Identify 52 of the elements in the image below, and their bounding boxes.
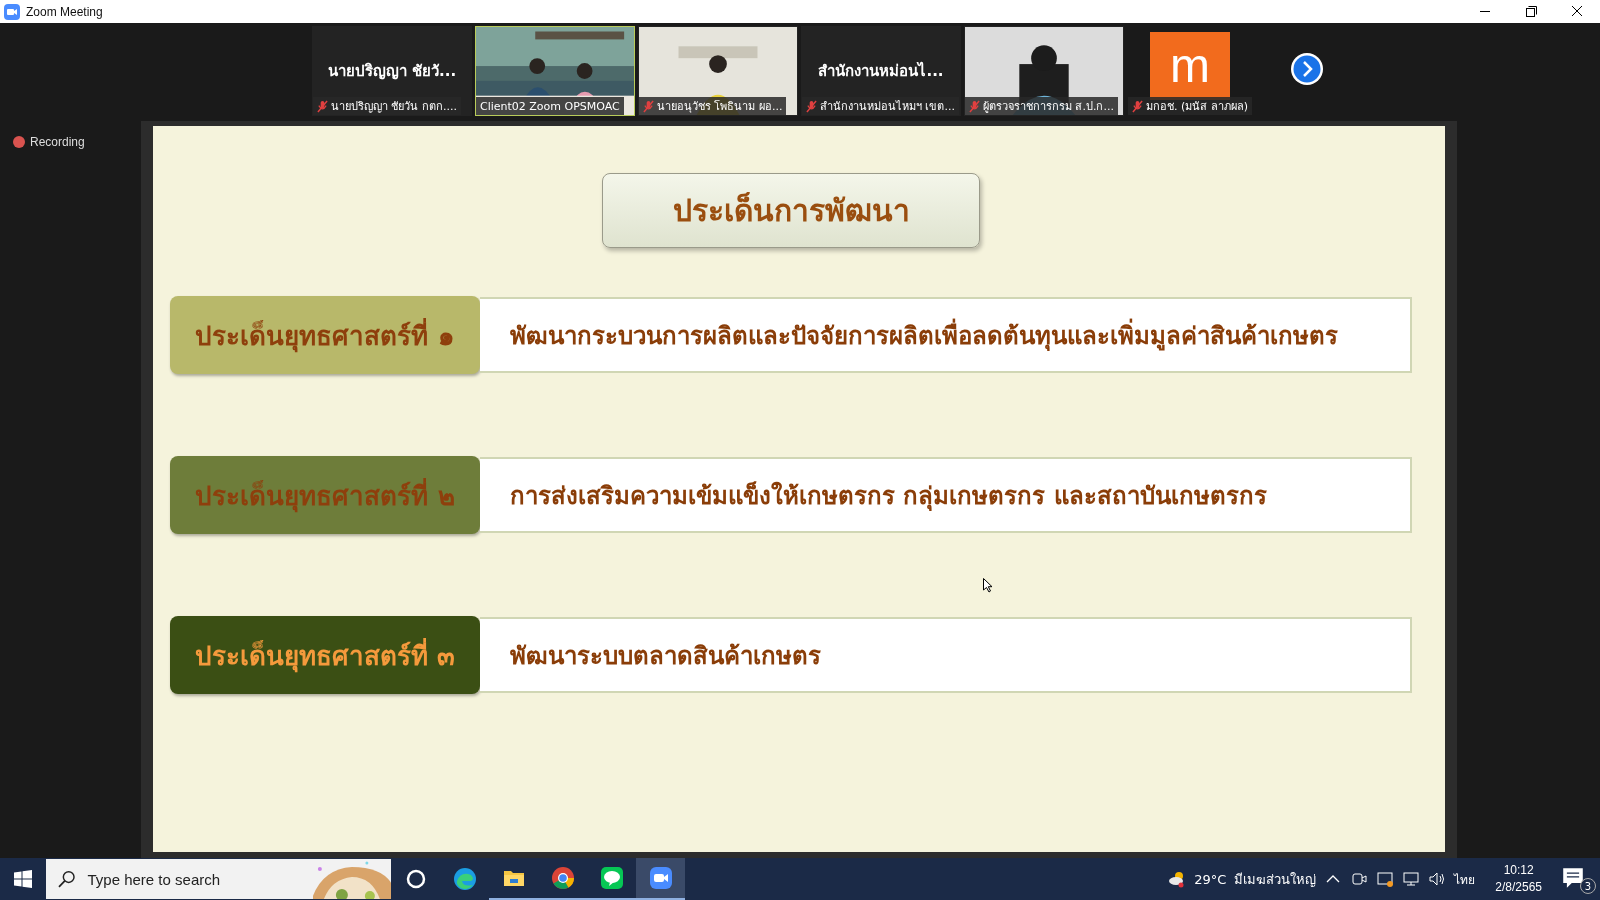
strategy-label: ประเด็นยุทธศาสตร์ที่ ๒ <box>170 456 480 534</box>
participant-caption: นายอนุวัชร โพธินาม ผอ... <box>657 99 783 115</box>
participant-tile[interactable]: สำนักงานหม่อนไ... สำนักงานหม่อนไหมฯ เขต... <box>801 26 961 116</box>
muted-mic-icon <box>317 99 328 113</box>
window-title: Zoom Meeting <box>26 4 103 19</box>
edge-icon <box>452 867 477 891</box>
clock-time: 10:12 <box>1503 862 1534 879</box>
search-field[interactable]: Type here to search <box>46 859 391 899</box>
chat-app-icon <box>599 866 624 890</box>
participant-tile[interactable]: นายปริญญา ชัยวั... นายปริญญา ชัยวัน กตก.... <box>312 26 472 116</box>
volume-icon[interactable] <box>1428 870 1447 888</box>
participant-caption: มกอช. (มนัส ลาภผล) <box>1146 99 1249 115</box>
participant-caption: สำนักงานหม่อนไหมฯ เขต... <box>820 99 955 115</box>
participant-caption: ผู้ตรวจราชการกรม ส.ป.ก... <box>983 99 1114 115</box>
recording-icon <box>13 136 25 148</box>
camera-icon[interactable] <box>1350 870 1369 888</box>
search-input[interactable]: Type here to search <box>85 869 304 889</box>
strategy-text: พัฒนาระบบตลาดสินค้าเกษตร <box>480 617 1412 693</box>
notification-count: 3 <box>1580 878 1596 894</box>
search-icon <box>58 870 76 888</box>
windows-start-icon[interactable] <box>14 870 32 888</box>
muted-mic-icon <box>643 99 654 113</box>
language-indicator[interactable]: ไทย <box>1454 869 1476 889</box>
participant-tile[interactable]: Client02 Zoom OPSMOAC <box>475 26 635 116</box>
participant-name: นายปริญญา ชัยวั... <box>326 61 458 82</box>
video-camera-icon <box>648 866 673 890</box>
muted-mic-icon <box>806 99 817 113</box>
network-icon[interactable] <box>1402 870 1421 888</box>
temperature: 29°C <box>1194 871 1227 887</box>
chrome-icon <box>550 866 575 890</box>
recording-label: Recording <box>30 135 85 149</box>
next-page-icon[interactable] <box>1290 52 1324 86</box>
taskbar-app[interactable] <box>636 858 685 900</box>
weather-condition: มีเมฆส่วนใหญ่ <box>1234 870 1317 889</box>
mouse-pointer-icon <box>983 578 993 593</box>
slide-title: ประเด็นการพัฒนา <box>602 173 980 248</box>
clock-date: 2/8/2565 <box>1495 879 1542 896</box>
chat-bubble-icon <box>1562 867 1584 889</box>
participant-tile[interactable]: ผู้ตรวจราชการกรม ส.ป.ก... <box>964 26 1124 116</box>
participant-tile[interactable]: นายอนุวัชร โพธินาม ผอ... <box>638 26 798 116</box>
participant-caption: นายปริญญา ชัยวัน กตก.... <box>331 99 457 115</box>
strategy-text: การส่งเสริมความเข้มแข็งให้เกษตรกร กลุ่มเกษตรกร และสถาบันเกษตรกร <box>480 457 1412 533</box>
participant-caption: Client02 Zoom OPSMOAC <box>480 99 620 113</box>
screen-icon[interactable] <box>1376 870 1395 888</box>
muted-mic-icon <box>1132 99 1143 113</box>
strategy-label: ประเด็นยุทธศาสตร์ที่ ๑ <box>170 296 480 374</box>
app-icon <box>4 3 20 20</box>
participant-name: สำนักงานหม่อนไ... <box>817 60 945 82</box>
strategy-label: ประเด็นยุทธศาสตร์ที่ ๓ <box>170 616 480 694</box>
muted-mic-icon <box>969 99 980 113</box>
avatar: m <box>1150 32 1230 100</box>
strategy-text: พัฒนากระบวนการผลิตและปัจจัยการผลิตเพื่อลดต้นทุนและเพิ่มมูลค่าสินค้าเกษตร <box>480 297 1412 373</box>
